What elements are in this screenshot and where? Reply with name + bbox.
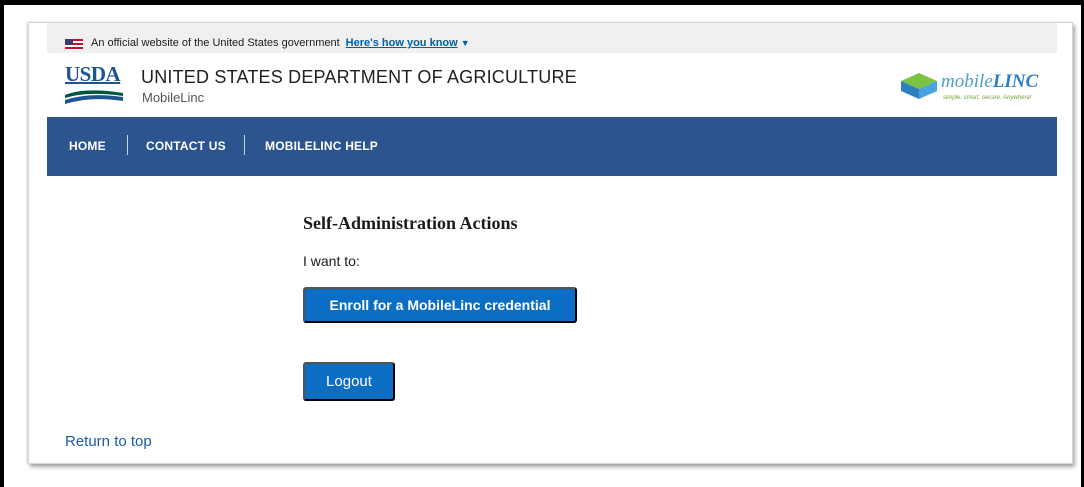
usda-logo-text: USDA [65, 62, 121, 86]
usda-logo-hills-icon [65, 90, 123, 104]
mobilelinc-tagline: simple. smart. secure. Anywhere! [943, 95, 1032, 101]
nav-separator [127, 135, 128, 155]
nav-item-contact-us[interactable]: CONTACT US [146, 139, 226, 153]
return-to-top-link[interactable]: Return to top [65, 433, 152, 450]
us-flag-icon [65, 39, 83, 50]
mobilelinc-logo[interactable]: mobileLINC simple. smart. secure. Anywhe… [899, 69, 1039, 109]
logout-button[interactable]: Logout [303, 362, 395, 401]
official-gov-banner: An official website of the United States… [47, 23, 1057, 53]
nav-item-home[interactable]: HOME [69, 139, 106, 153]
agency-name: UNITED STATES DEPARTMENT OF AGRICULTURE [141, 67, 577, 87]
heres-how-you-know-link[interactable]: Here's how you know [346, 37, 458, 49]
prompt-text: I want to: [303, 253, 360, 269]
banner-text: An official website of the United States… [91, 37, 470, 49]
site-header: USDA UNITED STATES DEPARTMENT OF AGRICUL… [47, 53, 1057, 117]
page-title: Self-Administration Actions [303, 213, 518, 233]
frame-top-border [0, 0, 1084, 5]
main-nav: HOME CONTACT US MOBILELINC HELP [47, 117, 1057, 176]
mobilelinc-logo-text: mobileLINC [941, 71, 1039, 92]
enroll-credential-button[interactable]: Enroll for a MobileLinc credential [303, 287, 577, 323]
frame-left-border [0, 0, 4, 487]
mobilelinc-book-icon [901, 73, 937, 99]
nav-item-mobilelinc-help[interactable]: MOBILELINC HELP [265, 139, 378, 153]
chevron-down-icon: ▼ [460, 38, 470, 48]
nav-separator [244, 135, 245, 155]
agency-subtitle: MobileLinc [142, 90, 205, 105]
browser-page: An official website of the United States… [28, 22, 1073, 464]
usda-logo[interactable]: USDA [65, 63, 123, 105]
